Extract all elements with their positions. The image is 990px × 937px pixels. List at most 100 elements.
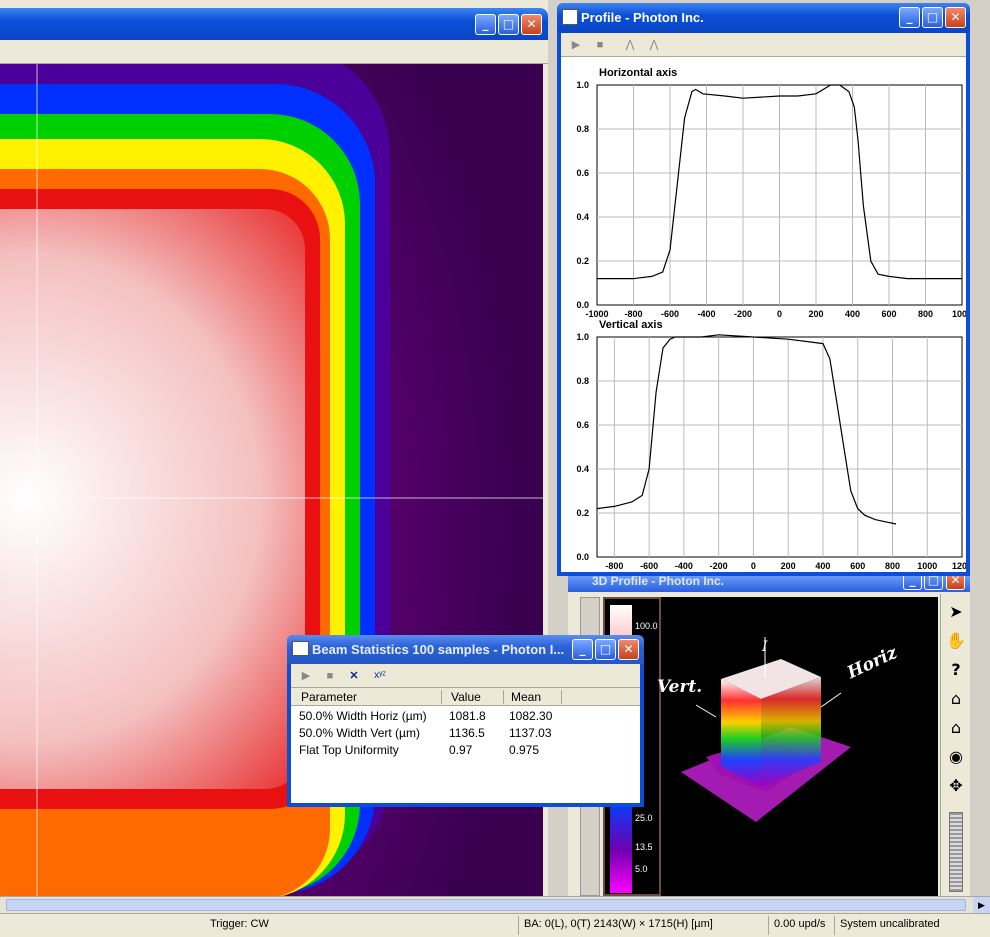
- x-tick-label: 600: [850, 561, 865, 571]
- profile-window: Profile - Photon Inc. _ □ ✕ ▶ ■ ⋀ ⋀ Hori…: [557, 3, 970, 576]
- y-tick-label: 0.4: [576, 464, 589, 474]
- mean-cell: 0.975: [509, 743, 540, 757]
- column-header[interactable]: Parameter: [301, 690, 357, 704]
- move-tool-icon[interactable]: ✥: [944, 774, 968, 798]
- dual-peak-icon[interactable]: ⋀: [645, 37, 663, 53]
- x-tick-label: -800: [624, 309, 642, 319]
- x-tick-label: 800: [918, 309, 933, 319]
- beam-image-titlebar[interactable]: _ □ ✕: [0, 8, 548, 40]
- legend-value: 13.5: [635, 842, 653, 852]
- x-tick-label: -600: [640, 561, 658, 571]
- minimize-button[interactable]: _: [475, 14, 496, 35]
- legend-value: 5.0: [635, 864, 648, 874]
- y-tick-label: 0.2: [576, 508, 589, 518]
- profile-titlebar[interactable]: Profile - Photon Inc. _ □ ✕: [557, 3, 970, 33]
- maximize-button[interactable]: □: [922, 7, 943, 28]
- calibration-status: System uncalibrated: [840, 918, 940, 930]
- x-tick-label: 1000: [952, 309, 966, 319]
- 3d-beam-render: I: [681, 637, 851, 822]
- mean-cell: 1082.30: [509, 709, 553, 723]
- scrollbar-thumb[interactable]: [6, 899, 966, 911]
- table-row[interactable]: 50.0% Width Vert (µm) 1136.5 1137.03: [291, 725, 640, 742]
- zoom-slider[interactable]: [949, 812, 963, 892]
- home-reset-tool-icon[interactable]: ⌂: [944, 716, 968, 740]
- horizontal-profile-chart: -1000 -800 -600 -400 -200 0 200 400 600 800 1000 0.…: [576, 80, 966, 319]
- stats-toolbar: ▶ ■ ✕ xʸᶻ: [291, 664, 640, 688]
- x-tick-label: -1000: [585, 309, 608, 319]
- y-tick-label: 0.0: [576, 552, 589, 562]
- stop-icon[interactable]: ■: [321, 668, 339, 684]
- beam-statistics-titlebar[interactable]: Beam Statistics 100 samples - Photon I..…: [287, 635, 644, 664]
- 3d-tools-panel: ➤ ✋ ? ⌂ ⌂ ◉ ✥: [940, 594, 970, 896]
- close-button[interactable]: ✕: [521, 14, 542, 35]
- profile-toolbar: ▶ ■ ⋀ ⋀: [561, 33, 966, 57]
- update-rate-status: 0.00 upd/s: [774, 918, 826, 930]
- x-tick-label: 400: [845, 309, 860, 319]
- svg-text:I: I: [761, 639, 768, 655]
- x-tick-label: -800: [605, 561, 623, 571]
- table-row[interactable]: Flat Top Uniformity 0.97 0.975: [291, 742, 640, 759]
- close-button[interactable]: ✕: [618, 639, 639, 660]
- maximize-button[interactable]: □: [595, 639, 616, 660]
- 3d-beam-view[interactable]: I Vert. Horiz: [657, 597, 938, 896]
- stop-icon[interactable]: ■: [591, 37, 609, 53]
- stats-app-icon: [292, 641, 309, 656]
- profile-app-icon: [562, 9, 578, 25]
- home-tool-icon[interactable]: ⌂: [944, 687, 968, 711]
- scroll-right-arrow[interactable]: ▶: [973, 897, 990, 913]
- statistics-settings-icon[interactable]: xʸᶻ: [371, 668, 389, 684]
- help-tool-icon[interactable]: ?: [944, 658, 968, 682]
- beam-area-status: BA: 0(L), 0(T) 2143(W) × 1715(H) [µm]: [524, 918, 713, 930]
- play-icon[interactable]: ▶: [567, 37, 585, 53]
- column-header[interactable]: Mean: [511, 690, 541, 704]
- pointer-tool-icon[interactable]: ➤: [944, 600, 968, 624]
- horizontal-scrollbar[interactable]: ▶: [0, 896, 990, 913]
- play-icon[interactable]: ▶: [297, 668, 315, 684]
- trigger-status: Trigger: CW: [210, 918, 269, 930]
- y-tick-label: 0.2: [576, 256, 589, 266]
- y-tick-label: 0.8: [576, 124, 589, 134]
- x-tick-label: 800: [885, 561, 900, 571]
- close-button[interactable]: ✕: [945, 7, 966, 28]
- y-tick-label: 0.6: [576, 420, 589, 430]
- x-tick-label: -600: [661, 309, 679, 319]
- x-tick-label: -400: [675, 561, 693, 571]
- status-divider: [768, 916, 769, 935]
- x-tick-label: 200: [808, 309, 823, 319]
- minimize-button[interactable]: _: [899, 7, 920, 28]
- status-divider: [834, 916, 835, 935]
- profile-plot-area: Horizontal axis Vertical axis -1000 -800-…: [561, 57, 966, 572]
- column-divider[interactable]: [561, 690, 562, 704]
- x-tick-label: 0: [777, 309, 782, 319]
- beam-image-menubar: [0, 40, 548, 64]
- maximize-button[interactable]: □: [498, 14, 519, 35]
- beam-statistics-title: Beam Statistics 100 samples - Photon I..…: [312, 642, 565, 657]
- legend-value: 25.0: [635, 813, 653, 823]
- vertical-profile-chart: -800 -600 -400 -200 0 200 400 600 800 1000 1200 0.0…: [576, 332, 966, 571]
- x-tick-label: 600: [881, 309, 896, 319]
- table-row[interactable]: 50.0% Width Horiz (µm) 1081.8 1082.30: [291, 708, 640, 725]
- parameter-cell: 50.0% Width Vert (µm): [299, 726, 420, 740]
- parameter-cell: Flat Top Uniformity: [299, 743, 399, 757]
- mean-cell: 1137.03: [509, 726, 552, 740]
- x-tick-label: 1000: [917, 561, 937, 571]
- clear-icon[interactable]: ✕: [345, 668, 363, 684]
- y-tick-label: 1.0: [576, 80, 589, 90]
- eye-tool-icon[interactable]: ◉: [944, 745, 968, 769]
- peak-icon[interactable]: ⋀: [621, 37, 639, 53]
- hand-tool-icon[interactable]: ✋: [944, 629, 968, 653]
- minimize-button[interactable]: _: [572, 639, 593, 660]
- value-cell: 0.97: [449, 743, 473, 757]
- plot-frame: [596, 336, 963, 558]
- status-bar: Trigger: CW BA: 0(L), 0(T) 2143(W) × 171…: [0, 913, 990, 937]
- status-divider: [518, 916, 519, 935]
- column-header[interactable]: Value: [451, 690, 481, 704]
- column-divider[interactable]: [441, 690, 442, 704]
- beam-statistics-window: Beam Statistics 100 samples - Photon I..…: [287, 635, 644, 807]
- vertical-axis-3d-label: Vert.: [657, 677, 703, 697]
- statistics-table-header: Parameter Value Mean: [291, 688, 640, 706]
- y-tick-label: 1.0: [576, 332, 589, 342]
- value-cell: 1081.8: [449, 709, 486, 723]
- x-tick-label: -200: [710, 561, 728, 571]
- column-divider[interactable]: [503, 690, 504, 704]
